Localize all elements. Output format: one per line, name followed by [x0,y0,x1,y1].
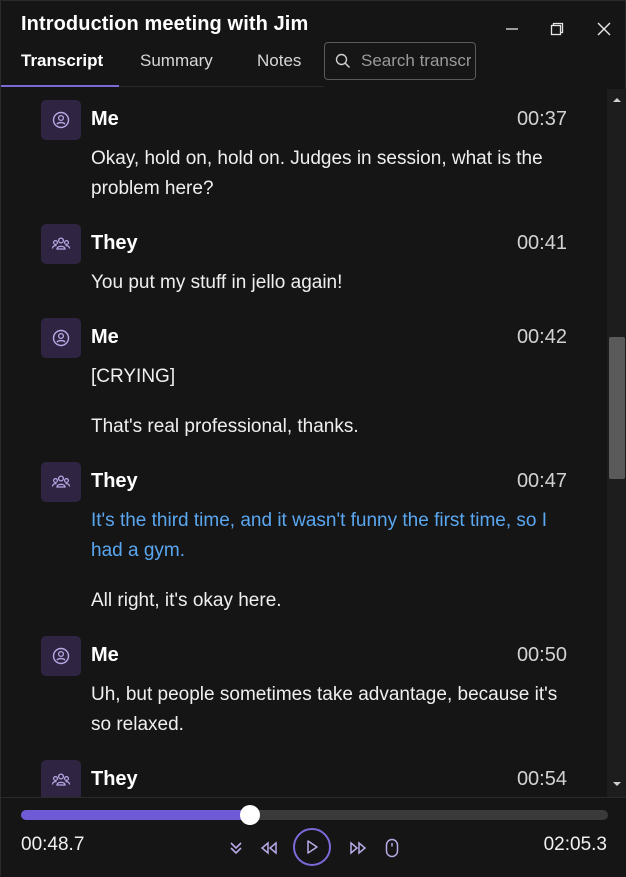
progress-fill [21,810,250,820]
timestamp[interactable]: 00:54 [517,768,567,791]
people-icon [51,475,71,488]
tab-summary[interactable]: Summary [140,51,213,71]
double-chevron-down-icon [230,842,242,855]
speaker-name: They [91,768,138,790]
restore-button[interactable] [543,15,571,43]
scroll-up-icon[interactable] [611,95,623,105]
transcript-window: Introduction meeting with Jim Transcript… [0,0,626,877]
avatar [41,636,81,676]
search-input[interactable] [361,43,471,79]
play-button[interactable] [293,828,331,866]
close-button[interactable] [590,15,618,43]
transcript-line: Okay, hold on, hold on. Judges in sessio… [91,148,543,199]
tab-notes[interactable]: Notes [257,51,301,71]
progress-track[interactable] [21,805,608,825]
speaker-name: Me [91,108,119,130]
transcript-line-highlighted: It's the third time, and it wasn't funny… [91,510,548,561]
person-icon [52,111,70,129]
play-icon [307,840,318,854]
playback-bar: 00:48.7 02:05.3 [1,797,626,877]
rewind-button[interactable] [258,838,280,858]
speaker-name: Me [91,644,119,666]
avatar [41,318,81,358]
timestamp[interactable]: 00:50 [517,644,567,667]
timestamp[interactable]: 00:37 [517,108,567,131]
person-icon [52,329,70,347]
jump-down-button[interactable] [226,838,246,858]
scroll-sync-button[interactable] [382,837,402,859]
restore-icon [550,22,564,36]
timestamp[interactable]: 00:42 [517,326,567,349]
speaker-name: They [91,470,138,492]
rewind-icon [260,841,277,855]
tab-bar: Transcript Summary Notes [1,41,626,89]
fast-forward-icon [350,841,367,855]
window-title: Introduction meeting with Jim [21,13,309,35]
person-icon [52,647,70,665]
progress-knob[interactable] [239,805,260,825]
transcript-line: Uh, but people sometimes take advantage,… [91,684,558,735]
search-box[interactable] [324,42,476,80]
fast-forward-button[interactable] [347,838,369,858]
people-icon [51,773,71,786]
scrollbar[interactable] [607,89,626,797]
timestamp[interactable]: 00:47 [517,470,567,493]
transcript-list: Me 00:37 Okay, hold on, hold on. Judges … [1,89,607,797]
transcript-line: [CRYING] [91,366,176,387]
transcript-line: That's real professional, thanks. [91,416,359,437]
transcript-line: All right, it's okay here. [91,590,282,611]
speaker-name: They [91,232,138,254]
scroll-down-icon[interactable] [611,779,623,789]
scrollbar-thumb[interactable] [609,337,625,479]
avatar [41,462,81,502]
avatar [41,224,81,264]
current-time: 00:48.7 [21,834,85,855]
minimize-icon [506,28,518,30]
avatar [41,760,81,797]
minimize-button[interactable] [498,15,526,43]
people-icon [51,237,71,250]
search-icon [335,53,351,69]
active-tab-indicator [1,85,119,87]
speaker-name: Me [91,326,119,348]
mouse-icon [385,838,399,858]
tab-transcript[interactable]: Transcript [21,51,103,71]
close-icon [597,22,611,36]
total-time: 02:05.3 [543,834,607,855]
avatar [41,100,81,140]
timestamp[interactable]: 00:41 [517,232,567,255]
transcript-line: You put my stuff in jello again! [91,272,343,293]
